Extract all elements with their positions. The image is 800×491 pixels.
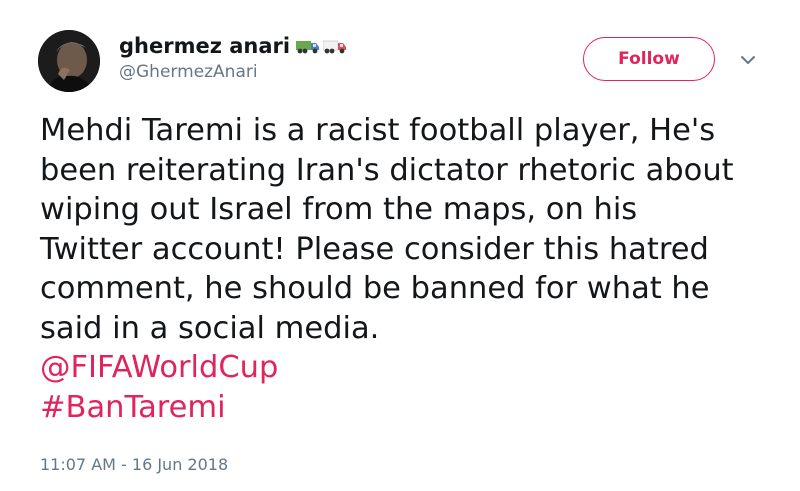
tweet-text-line: said in a social media. [40, 310, 380, 346]
truck-icon [323, 40, 347, 54]
follow-button[interactable]: Follow [583, 37, 715, 81]
tweet-text-line: been reiterating Iran's dictator rhetori… [40, 152, 734, 188]
display-name[interactable]: ghermez anari [119, 34, 290, 58]
tweet-text-line: Twitter account! Please consider this ha… [40, 231, 709, 267]
tweet-text-line: comment, he should be banned for what he [40, 271, 710, 306]
display-name-row: ghermez anari [119, 34, 347, 58]
timestamp[interactable]: 11:07 AM - 16 Jun 2018 [40, 455, 228, 474]
user-handle[interactable]: @GhermezAnari [119, 62, 258, 82]
tweet-card: ghermez anari @GhermezAnari Follow Mehdi… [0, 0, 800, 491]
tweet-text: Mehdi Taremi is a racist football player… [40, 111, 770, 427]
mention-link[interactable]: @FIFAWorldCup [40, 348, 770, 388]
avatar[interactable] [38, 30, 100, 92]
name-emoji [296, 38, 347, 54]
tweet-text-line: Mehdi Taremi is a racist football player… [40, 113, 716, 148]
tweet-text-line: wiping out Israel from the maps, on his [40, 192, 638, 227]
hashtag-link[interactable]: #BanTaremi [40, 388, 770, 428]
chevron-down-icon[interactable] [739, 53, 757, 67]
truck-icon [296, 41, 320, 54]
